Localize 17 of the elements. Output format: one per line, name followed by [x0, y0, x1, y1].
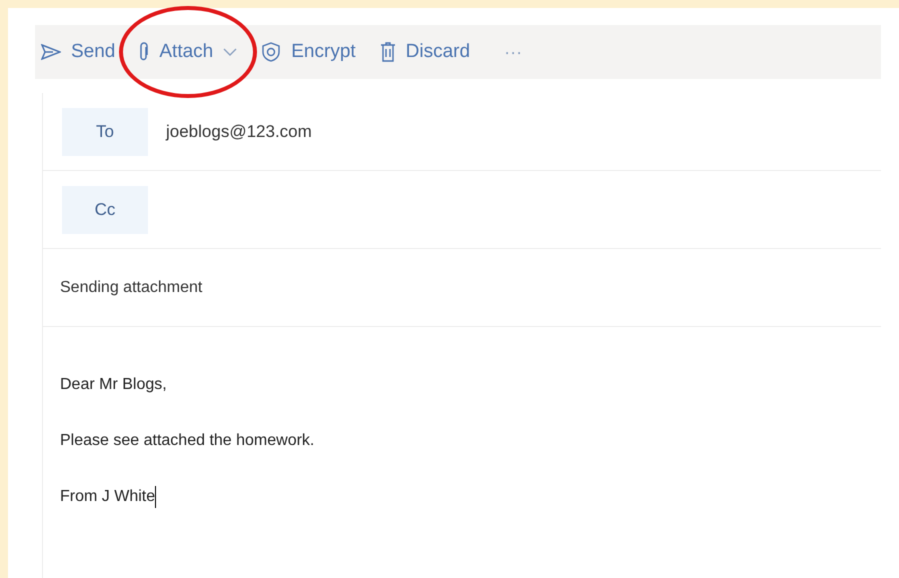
- recipient-button[interactable]: To: [62, 108, 148, 156]
- paperclip-icon: [139, 42, 150, 62]
- toolbar-button[interactable]: Send: [41, 32, 116, 72]
- shield-icon: [261, 42, 282, 62]
- toolbar-button[interactable]: Attach: [139, 32, 238, 72]
- send-icon: [41, 44, 61, 60]
- subject-text: Sending attachment: [60, 278, 202, 298]
- more-button[interactable]: ···: [504, 38, 522, 66]
- toolbar-button[interactable]: Discard: [380, 32, 470, 72]
- recipient-button[interactable]: Cc: [62, 186, 148, 234]
- body-text: Dear Mr Blogs,: [60, 375, 167, 395]
- recipient-value: joeblogs@123.com: [166, 120, 312, 143]
- trash-icon: [380, 42, 396, 62]
- caret-icon: [223, 48, 238, 56]
- body-text: From J White: [60, 487, 156, 507]
- toolbar-button[interactable]: Encrypt: [261, 32, 356, 72]
- body-text: Please see attached the homework.: [60, 431, 314, 451]
